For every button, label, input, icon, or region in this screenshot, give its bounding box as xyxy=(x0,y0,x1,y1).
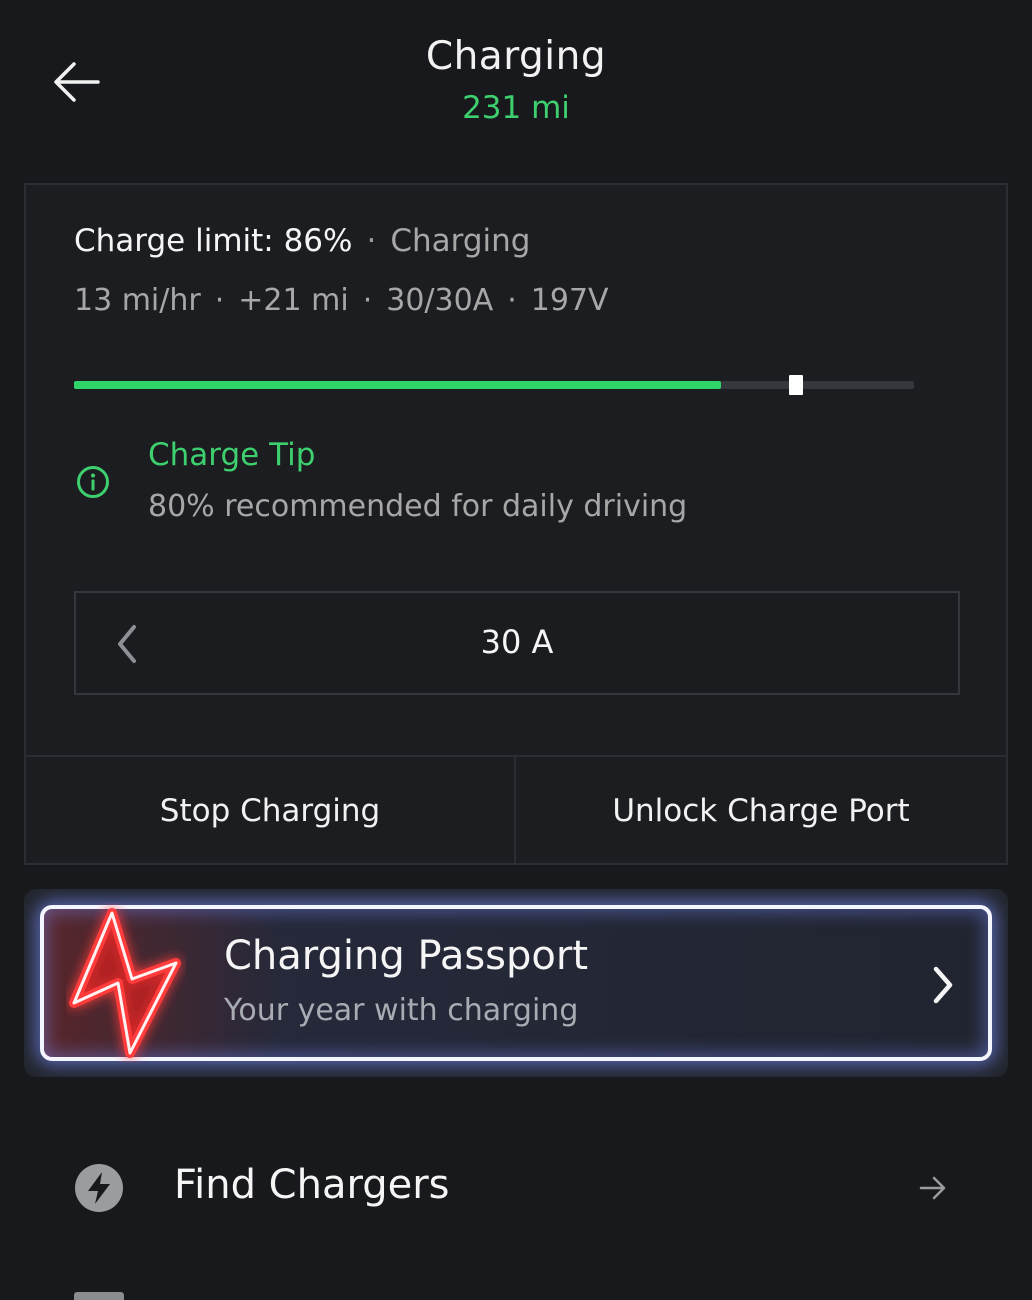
charge-tip-title: Charge Tip xyxy=(148,437,316,473)
next-menu-row[interactable] xyxy=(0,1284,1032,1300)
charge-actions: Stop Charging Unlock Charge Port xyxy=(26,755,1006,865)
menu-item-icon xyxy=(74,1292,124,1300)
chevron-right-icon xyxy=(933,966,953,1004)
charge-summary: Charge limit: 86% · Charging xyxy=(74,223,530,259)
charge-limit-label: Charge limit: 86% xyxy=(74,223,353,259)
charge-level-slider[interactable] xyxy=(74,375,914,395)
charger-bolt-icon xyxy=(75,1164,123,1212)
separator-dot: · xyxy=(366,223,377,259)
charging-state: Charging xyxy=(390,223,531,259)
passport-subtitle: Your year with charging xyxy=(224,993,579,1028)
charge-limit-handle[interactable] xyxy=(789,375,804,395)
stop-charging-button[interactable]: Stop Charging xyxy=(26,757,516,865)
separator-dot: · xyxy=(362,283,373,318)
charging-passport-banner[interactable]: Charging Passport Your year with chargin… xyxy=(24,889,1008,1077)
page-title: Charging xyxy=(425,34,607,79)
arrow-right-icon xyxy=(919,1176,946,1200)
info-icon xyxy=(77,466,109,498)
charge-tip-text: 80% recommended for daily driving xyxy=(148,489,688,524)
header: Charging 231 mi xyxy=(0,0,1032,160)
amperage-value: 30 A xyxy=(480,623,554,661)
unlock-charge-port-label: Unlock Charge Port xyxy=(612,793,910,829)
amperage-selector[interactable]: 30 A xyxy=(74,591,960,695)
range-readout: 231 mi xyxy=(462,90,570,126)
charge-rate: 13 mi/hr xyxy=(74,283,201,318)
lightning-bolt-icon xyxy=(69,908,181,1058)
charge-current: 30/30A xyxy=(386,283,494,318)
miles-added: +21 mi xyxy=(238,283,349,318)
find-chargers-label: Find Chargers xyxy=(174,1162,450,1208)
charge-status-card: Charge limit: 86% · Charging 13 mi/hr · +21 … xyxy=(24,183,1008,865)
stop-charging-label: Stop Charging xyxy=(159,793,381,829)
passport-title: Charging Passport xyxy=(224,933,589,979)
find-chargers-row[interactable]: Find Chargers xyxy=(0,1136,1032,1240)
charge-level-fill xyxy=(74,381,721,389)
unlock-charge-port-button[interactable]: Unlock Charge Port xyxy=(516,757,1006,865)
charge-stats: 13 mi/hr · +21 mi · 30/30A · 197V xyxy=(74,283,609,318)
separator-dot: · xyxy=(214,283,225,318)
separator-dot: · xyxy=(507,283,517,318)
charge-voltage: 197V xyxy=(530,283,609,318)
